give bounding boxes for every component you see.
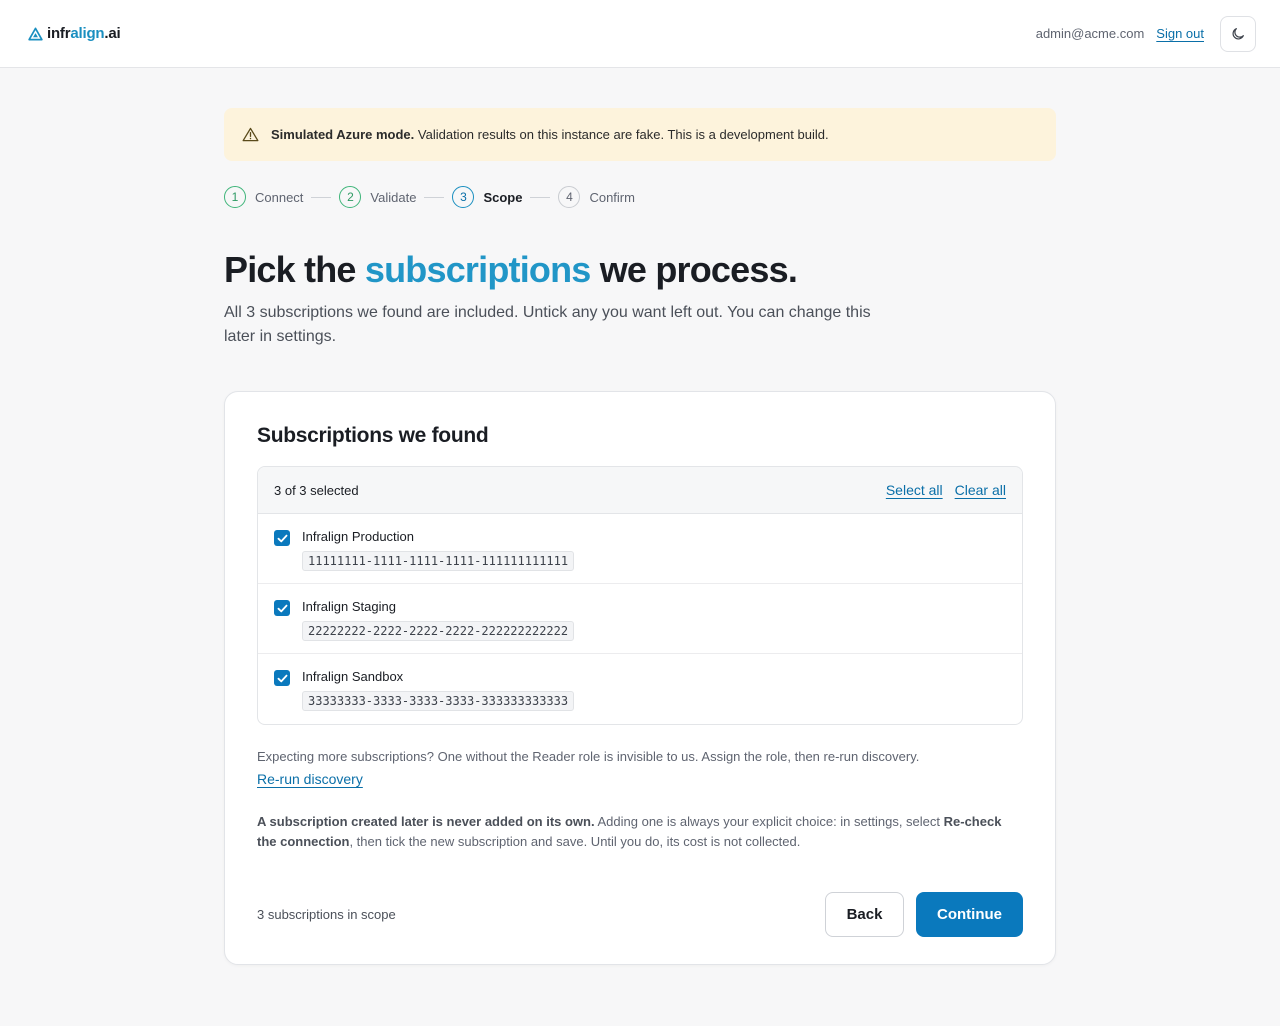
warning-icon <box>242 127 259 142</box>
list-actions: Select all Clear all <box>886 482 1006 498</box>
subscriptions-card: Subscriptions we found 3 of 3 selected S… <box>224 391 1056 966</box>
card-title: Subscriptions we found <box>257 424 489 448</box>
header-actions: admin@acme.com Sign out <box>1035 15 1256 52</box>
subscription-info: Infralign Production 11111111-1111-1111-… <box>302 529 575 572</box>
wizard-stepper: 1 Connect 2 Validate 3 Scope 4 Confirm <box>224 186 1056 208</box>
logo[interactable]: infralign.ai <box>28 25 121 42</box>
subscription-row[interactable]: Infralign Sandbox 33333333-3333-3333-333… <box>258 654 1022 724</box>
step-divider <box>530 196 551 198</box>
step-validate: 2 Validate <box>339 186 416 208</box>
main-content: Simulated Azure mode. Validation results… <box>224 68 1056 966</box>
step-label: Confirm <box>589 189 635 205</box>
simulation-alert: Simulated Azure mode. Validation results… <box>224 108 1056 161</box>
step-divider <box>311 196 332 198</box>
subscription-id: 22222222-2222-2222-2222-222222222222 <box>302 621 575 642</box>
note-strong-1: A subscription created later is never ad… <box>257 814 595 830</box>
subscription-checkbox[interactable] <box>274 600 290 617</box>
title-part2: we process. <box>590 249 798 290</box>
top-bar: infralign.ai admin@acme.com Sign out <box>0 0 1280 68</box>
triangle-logo-icon <box>28 27 43 40</box>
checkmark-icon <box>277 604 287 612</box>
note-text-1: Adding one is always your explicit choic… <box>594 814 944 830</box>
moon-icon <box>1232 27 1244 39</box>
select-all-link[interactable]: Select all <box>886 482 943 498</box>
alert-strong: Simulated Azure mode. <box>271 127 415 142</box>
title-accent: subscriptions <box>364 249 591 290</box>
step-label: Connect <box>255 189 304 205</box>
user-email: admin@acme.com <box>1035 26 1145 41</box>
title-part1: Pick the <box>224 249 365 290</box>
future-subscriptions-note: A subscription created later is never ad… <box>257 812 1023 852</box>
scope-count: 3 subscriptions in scope <box>257 907 396 923</box>
step-confirm: 4 Confirm <box>558 186 635 208</box>
logo-text-part1: infr <box>47 25 71 42</box>
back-button[interactable]: Back <box>825 892 904 938</box>
footer-buttons: Back Continue <box>825 892 1023 938</box>
step-label: Validate <box>370 189 417 205</box>
subscription-info: Infralign Sandbox 33333333-3333-3333-333… <box>302 669 575 712</box>
step-scope: 3 Scope <box>452 186 522 208</box>
subscription-row[interactable]: Infralign Production 11111111-1111-1111-… <box>258 514 1022 585</box>
checkmark-icon <box>277 534 287 542</box>
selected-count: 3 of 3 selected <box>274 482 359 498</box>
subscription-name: Infralign Staging <box>302 599 396 615</box>
continue-button[interactable]: Continue <box>916 892 1023 938</box>
page-subtitle: All 3 subscriptions we found are include… <box>224 304 871 346</box>
step-number: 1 <box>224 186 246 208</box>
logo-text-part2: align <box>70 25 105 42</box>
subscription-name: Infralign Production <box>302 529 415 545</box>
clear-all-link[interactable]: Clear all <box>955 482 1006 498</box>
step-label: Scope <box>483 189 523 205</box>
step-divider <box>424 196 445 198</box>
subscription-id: 11111111-1111-1111-1111-111111111111 <box>302 551 575 572</box>
list-header: 3 of 3 selected Select all Clear all <box>258 467 1022 515</box>
checkmark-icon <box>277 674 287 682</box>
subscription-id: 33333333-3333-3333-3333-333333333333 <box>302 691 575 712</box>
step-connect: 1 Connect <box>224 186 303 208</box>
subscription-list: 3 of 3 selected Select all Clear all Inf… <box>257 466 1023 726</box>
discovery-note: Expecting more subscriptions? One withou… <box>257 747 1023 790</box>
step-number: 4 <box>558 186 581 208</box>
rerun-discovery-link[interactable]: Re-run discovery <box>257 769 363 789</box>
note-text-2: , then tick the new subscription and sav… <box>349 834 801 850</box>
page-title: Pick the subscriptions we process. <box>224 248 1056 291</box>
subscription-checkbox[interactable] <box>274 530 290 547</box>
alert-text: Simulated Azure mode. Validation results… <box>271 127 829 142</box>
alert-body: Validation results on this instance are … <box>414 127 829 142</box>
logo-text-part3: .ai <box>104 25 121 42</box>
step-number: 3 <box>452 186 475 208</box>
theme-toggle-button[interactable] <box>1220 15 1256 52</box>
card-footer: 3 subscriptions in scope Back Continue <box>257 892 1023 938</box>
subscription-row[interactable]: Infralign Staging 22222222-2222-2222-222… <box>258 584 1022 655</box>
subscription-name: Infralign Sandbox <box>302 669 404 685</box>
step-number: 2 <box>339 186 362 208</box>
discovery-note-text: Expecting more subscriptions? One withou… <box>257 749 920 765</box>
subscription-checkbox[interactable] <box>274 670 290 687</box>
subscription-info: Infralign Staging 22222222-2222-2222-222… <box>302 599 575 642</box>
sign-out-link[interactable]: Sign out <box>1156 26 1204 41</box>
